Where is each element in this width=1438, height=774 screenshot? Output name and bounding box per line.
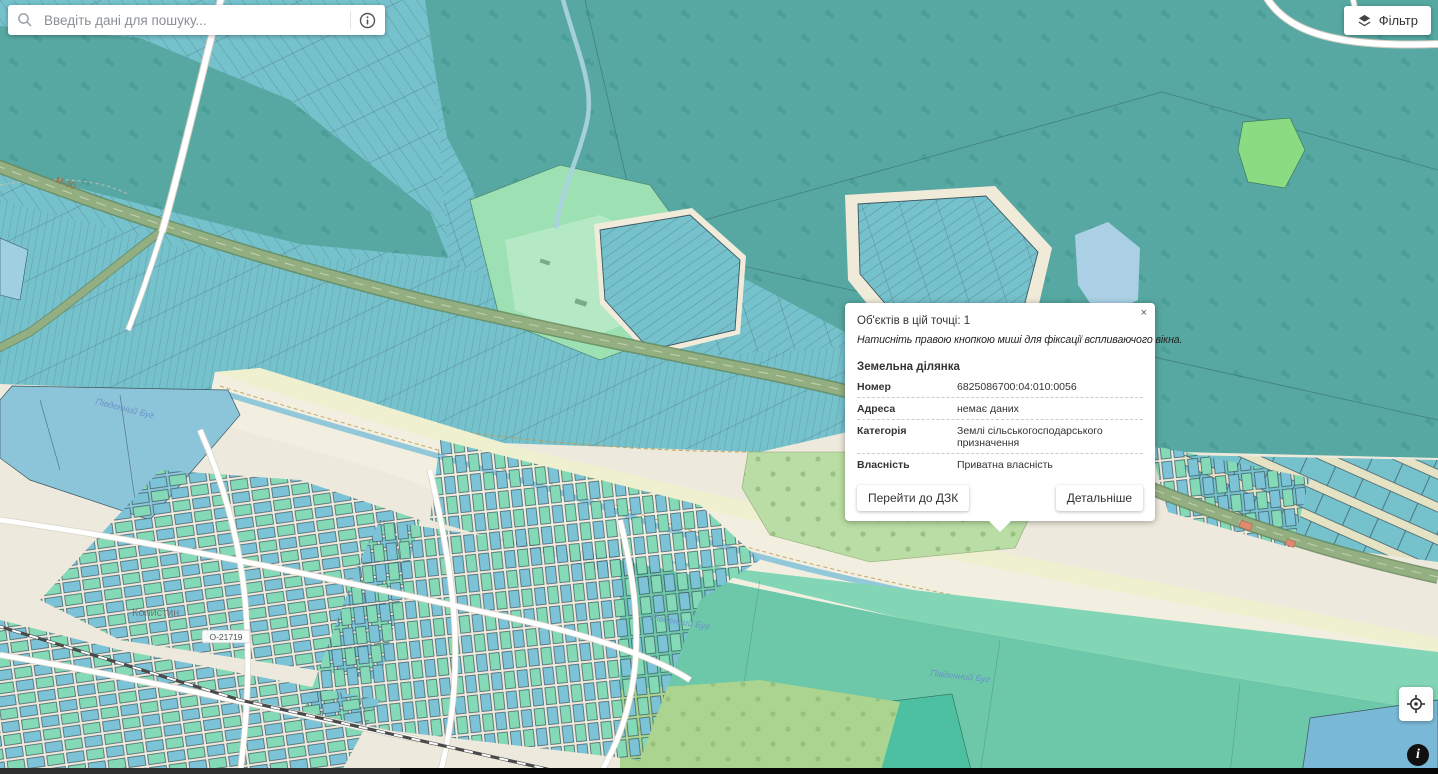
search-divider xyxy=(350,11,351,29)
popup-pointer-arrow xyxy=(988,520,1012,532)
go-to-dzk-button[interactable]: Перейти до ДЗК xyxy=(857,485,969,511)
field-label: Номер xyxy=(857,381,957,393)
bottom-bar-left-segment xyxy=(0,768,400,774)
field-row-ownership: Власність Приватна власність xyxy=(857,454,1143,475)
search-bar xyxy=(8,5,385,35)
search-input[interactable] xyxy=(42,12,346,29)
settlement-label: Копистин xyxy=(132,607,179,619)
field-row-address: Адреса немає даних xyxy=(857,398,1143,420)
filter-button-label: Фільтр xyxy=(1379,13,1418,28)
attribution-info-icon[interactable]: i xyxy=(1407,744,1429,766)
map-canvas[interactable]: Південний Буг Південний Буг Південний Бу… xyxy=(0,0,1438,774)
popup-hint: Натисніть правою кнопкою миші для фіксац… xyxy=(857,334,1143,346)
popup-section-title: Земельна ділянка xyxy=(857,361,1143,373)
field-row-category: Категорія Землі сільськогосподарського п… xyxy=(857,420,1143,454)
field-value: 6825086700:04:010:0056 xyxy=(957,381,1143,393)
search-icon xyxy=(17,12,33,28)
locate-button[interactable] xyxy=(1399,687,1433,721)
details-button[interactable]: Детальніше xyxy=(1056,485,1143,511)
field-value: Приватна власність xyxy=(957,459,1143,471)
svg-text:О-21719: О-21719 xyxy=(209,632,242,642)
road-ref-badge: О-21719 xyxy=(202,630,250,643)
info-icon[interactable] xyxy=(359,12,376,29)
crosshair-icon xyxy=(1406,694,1426,714)
objects-count-line: Об'єктів в цій точці: 1 xyxy=(857,315,1143,327)
close-icon[interactable]: × xyxy=(1141,308,1147,319)
layers-icon xyxy=(1357,13,1372,28)
popup-actions: Перейти до ДЗК Детальніше xyxy=(857,485,1143,511)
field-row-number: Номер 6825086700:04:010:0056 xyxy=(857,376,1143,398)
field-value: немає даних xyxy=(957,403,1143,415)
parcel-info-popup: × Об'єктів в цій точці: 1 Натисніть прав… xyxy=(845,303,1155,521)
bottom-bar xyxy=(0,768,1438,774)
filter-button[interactable]: Фільтр xyxy=(1344,6,1431,35)
field-label: Адреса xyxy=(857,403,957,415)
field-value: Землі сільськогосподарського призначення xyxy=(957,425,1143,449)
field-label: Власність xyxy=(857,459,957,471)
field-label: Категорія xyxy=(857,425,957,437)
